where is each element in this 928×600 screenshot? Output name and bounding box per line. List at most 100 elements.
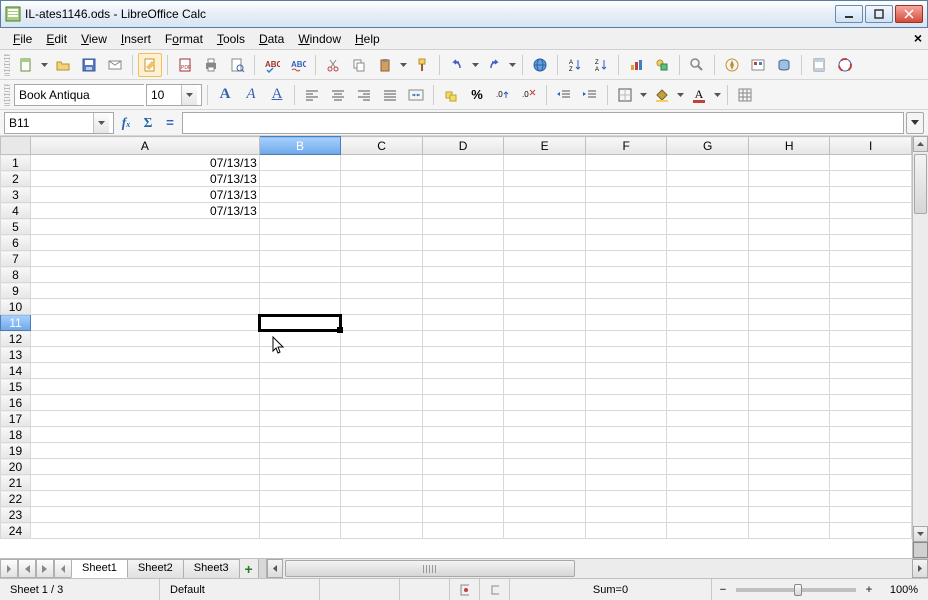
cell-F5[interactable] [585, 219, 667, 235]
cell-F4[interactable] [585, 203, 667, 219]
column-header-D[interactable]: D [422, 137, 504, 155]
row-header-22[interactable]: 22 [1, 491, 31, 507]
cell-D16[interactable] [422, 395, 504, 411]
format-paintbrush-button[interactable] [410, 53, 434, 77]
cell-I22[interactable] [830, 491, 912, 507]
font-name-combo[interactable] [14, 84, 144, 106]
sheet-tab-sheet2[interactable]: Sheet2 [127, 559, 184, 578]
expand-formula-button[interactable] [906, 112, 924, 134]
cell-F22[interactable] [585, 491, 667, 507]
sort-asc-button[interactable]: AZ [563, 53, 587, 77]
cell-D21[interactable] [422, 475, 504, 491]
cell-H15[interactable] [748, 379, 830, 395]
navigator-button[interactable] [720, 53, 744, 77]
cell-G6[interactable] [667, 235, 749, 251]
cell-F3[interactable] [585, 187, 667, 203]
column-header-A[interactable]: A [30, 137, 259, 155]
headers-footers-button[interactable] [807, 53, 831, 77]
sort-desc-button[interactable]: ZA [589, 53, 613, 77]
zoom-in-button[interactable]: + [862, 584, 876, 596]
paste-dropdown[interactable] [399, 63, 408, 67]
sheet-tab-sheet3[interactable]: Sheet3 [183, 559, 240, 578]
cell-A24[interactable] [30, 523, 259, 539]
cell-B24[interactable] [259, 523, 341, 539]
cell-E15[interactable] [504, 379, 586, 395]
formula-input[interactable] [182, 112, 904, 134]
redo-button[interactable] [482, 53, 506, 77]
cell-B5[interactable] [259, 219, 341, 235]
cell-B15[interactable] [259, 379, 341, 395]
cell-C15[interactable] [341, 379, 423, 395]
currency-button[interactable] [439, 83, 463, 107]
cell-I9[interactable] [830, 283, 912, 299]
cell-B8[interactable] [259, 267, 341, 283]
cell-A20[interactable] [30, 459, 259, 475]
cell-I6[interactable] [830, 235, 912, 251]
cell-F12[interactable] [585, 331, 667, 347]
cell-C24[interactable] [341, 523, 423, 539]
menu-file[interactable]: File [6, 30, 39, 48]
cell-D22[interactable] [422, 491, 504, 507]
cell-E2[interactable] [504, 171, 586, 187]
status-insert-mode[interactable] [320, 579, 400, 600]
cell-F21[interactable] [585, 475, 667, 491]
cell-I7[interactable] [830, 251, 912, 267]
cell-I2[interactable] [830, 171, 912, 187]
cell-D12[interactable] [422, 331, 504, 347]
cell-I10[interactable] [830, 299, 912, 315]
cell-A3[interactable]: 07/13/13 [30, 187, 259, 203]
vertical-split-handle[interactable] [913, 542, 928, 558]
cell-F9[interactable] [585, 283, 667, 299]
name-box[interactable] [4, 112, 114, 134]
toggle-grid-button[interactable] [733, 83, 757, 107]
font-color-dropdown[interactable] [713, 93, 722, 97]
row-header-4[interactable]: 4 [1, 203, 31, 219]
cell-B7[interactable] [259, 251, 341, 267]
cell-A11[interactable] [30, 315, 259, 331]
cell-G5[interactable] [667, 219, 749, 235]
cell-A19[interactable] [30, 443, 259, 459]
toolbar-grip[interactable] [4, 54, 10, 76]
cell-I23[interactable] [830, 507, 912, 523]
row-header-15[interactable]: 15 [1, 379, 31, 395]
column-header-C[interactable]: C [341, 137, 423, 155]
cell-E3[interactable] [504, 187, 586, 203]
cell-E5[interactable] [504, 219, 586, 235]
decrease-indent-button[interactable] [552, 83, 576, 107]
cell-E12[interactable] [504, 331, 586, 347]
font-size-input[interactable] [147, 85, 181, 105]
cell-I13[interactable] [830, 347, 912, 363]
cell-H1[interactable] [748, 155, 830, 171]
cell-B17[interactable] [259, 411, 341, 427]
merge-cells-button[interactable] [404, 83, 428, 107]
cell-E4[interactable] [504, 203, 586, 219]
cell-E22[interactable] [504, 491, 586, 507]
cell-I14[interactable] [830, 363, 912, 379]
cell-G1[interactable] [667, 155, 749, 171]
cell-G20[interactable] [667, 459, 749, 475]
cell-C10[interactable] [341, 299, 423, 315]
cell-H19[interactable] [748, 443, 830, 459]
row-header-1[interactable]: 1 [1, 155, 31, 171]
row-header-9[interactable]: 9 [1, 283, 31, 299]
cell-I11[interactable] [830, 315, 912, 331]
column-header-I[interactable]: I [830, 137, 912, 155]
cell-A16[interactable] [30, 395, 259, 411]
column-header-F[interactable]: F [585, 137, 667, 155]
cell-D1[interactable] [422, 155, 504, 171]
column-header-H[interactable]: H [748, 137, 830, 155]
font-size-combo[interactable] [146, 84, 202, 106]
cell-F15[interactable] [585, 379, 667, 395]
cell-I12[interactable] [830, 331, 912, 347]
cell-C20[interactable] [341, 459, 423, 475]
row-header-18[interactable]: 18 [1, 427, 31, 443]
row-header-3[interactable]: 3 [1, 187, 31, 203]
cell-E8[interactable] [504, 267, 586, 283]
borders-dropdown[interactable] [639, 93, 648, 97]
add-decimal-button[interactable]: .0 [491, 83, 515, 107]
cell-B1[interactable] [259, 155, 341, 171]
column-header-E[interactable]: E [504, 137, 586, 155]
scroll-thumb[interactable] [914, 154, 927, 214]
cell-D6[interactable] [422, 235, 504, 251]
cell-C12[interactable] [341, 331, 423, 347]
